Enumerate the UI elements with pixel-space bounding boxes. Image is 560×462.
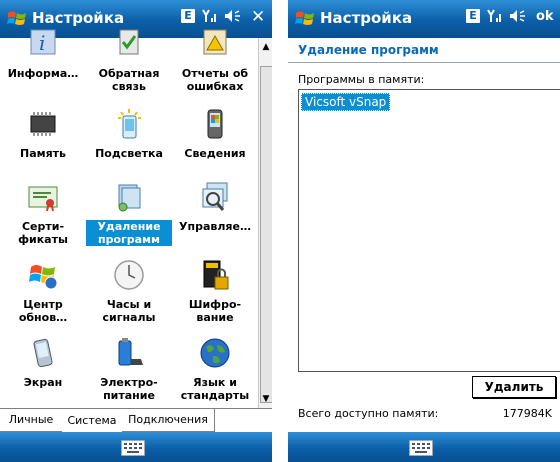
- certificate-icon: [28, 186, 58, 212]
- settings-item-clock[interactable]: Часы и сигналы: [86, 259, 172, 333]
- programs-list-label: Программы в памяти:: [298, 73, 425, 86]
- update-center-icon: [29, 265, 58, 290]
- settings-item-label: Экран: [23, 376, 63, 389]
- settings-item-label: Центр обнов…: [18, 298, 68, 324]
- settings-item-certificates[interactable]: Серти- фикаты: [0, 181, 86, 255]
- edge-network-icon[interactable]: E: [181, 9, 195, 23]
- keyboard-icon[interactable]: [121, 440, 145, 456]
- settings-item-label: Информа…: [7, 67, 79, 80]
- remove-programs-screen: Настройка E ok Удаление программ Програм…: [288, 0, 560, 462]
- title-bar: Настройка E ok: [288, 0, 560, 38]
- tab-personal[interactable]: Личные: [0, 409, 63, 432]
- soft-key-bar: [0, 432, 272, 462]
- signal-icon[interactable]: [487, 9, 503, 27]
- settings-item-info[interactable]: i Информа…: [0, 28, 86, 102]
- edge-network-icon[interactable]: E: [466, 9, 480, 23]
- info-icon: i: [30, 29, 56, 55]
- settings-item-about[interactable]: Сведения: [172, 108, 258, 182]
- settings-item-label-selected: Удаление программ: [86, 220, 172, 246]
- heading-divider: [288, 62, 560, 63]
- settings-item-label: Память: [19, 147, 66, 160]
- list-item[interactable]: Vicsoft vSnap: [301, 93, 391, 111]
- settings-item-memory[interactable]: Память: [0, 108, 86, 182]
- memory-value: 177984K: [502, 407, 552, 420]
- encryption-icon: [203, 260, 229, 290]
- settings-item-power[interactable]: Электро- питание: [86, 337, 172, 411]
- vertical-scrollbar[interactable]: ▲ ▼: [258, 38, 272, 408]
- volume-icon[interactable]: [509, 9, 527, 27]
- settings-item-label: Обратная связь: [98, 67, 160, 93]
- device-info-icon: [207, 109, 223, 139]
- clock-icon: [114, 260, 144, 290]
- memory-label: Всего доступно памяти:: [298, 407, 439, 420]
- backlight-icon: [118, 109, 141, 139]
- window-title: Настройка: [320, 9, 413, 27]
- settings-item-label: Отчеты об ошибках: [181, 67, 249, 93]
- settings-item-screen[interactable]: Экран: [0, 337, 86, 411]
- programs-listbox[interactable]: Vicsoft vSnap: [298, 89, 560, 372]
- screen-icon: [33, 338, 53, 368]
- settings-item-label: Электро- питание: [100, 376, 158, 402]
- settings-item-label: Шифро- вание: [188, 298, 242, 324]
- soft-key-bar: [288, 432, 560, 462]
- settings-item-label: Сведения: [184, 147, 246, 160]
- signal-icon[interactable]: [202, 9, 218, 27]
- settings-item-remove-programs[interactable]: Удаление программ: [86, 181, 172, 255]
- settings-item-label: Подсветка: [95, 147, 163, 160]
- settings-item-label: Язык и стандарты: [180, 376, 250, 402]
- tab-system[interactable]: Система: [62, 409, 123, 432]
- settings-item-label: Серти- фикаты: [18, 220, 68, 246]
- feedback-icon: [119, 29, 139, 55]
- page-heading: Удаление программ: [298, 43, 439, 57]
- tab-strip: Личные Система Подключения: [0, 408, 272, 433]
- settings-item-backlight[interactable]: Подсветка: [86, 108, 172, 182]
- windows-logo-icon[interactable]: [294, 8, 316, 30]
- settings-item-label: Часы и сигналы: [102, 298, 156, 324]
- settings-system-screen: Настройка E ✕ i Информа… Обратная связь …: [0, 0, 272, 462]
- scroll-up-arrow-icon[interactable]: ▲: [259, 40, 272, 54]
- managed-programs-icon: [202, 182, 228, 211]
- error-report-icon: [203, 29, 227, 55]
- remove-button[interactable]: Удалить: [472, 376, 556, 398]
- power-icon: [118, 338, 143, 366]
- window-title: Настройка: [32, 9, 125, 27]
- memory-chip-icon: [30, 112, 56, 136]
- settings-item-error-reports[interactable]: Отчеты об ошибках: [172, 28, 258, 102]
- remove-programs-icon: [118, 184, 141, 212]
- svg-text:i: i: [39, 31, 45, 55]
- volume-icon[interactable]: [224, 9, 242, 27]
- scroll-down-arrow-icon[interactable]: ▼: [259, 392, 272, 406]
- tab-connections[interactable]: Подключения: [122, 409, 215, 432]
- settings-item-feedback[interactable]: Обратная связь: [86, 28, 172, 102]
- settings-item-regional[interactable]: Язык и стандарты: [172, 337, 258, 411]
- settings-item-encryption[interactable]: Шифро- вание: [172, 259, 258, 333]
- windows-logo-icon[interactable]: [6, 8, 28, 30]
- settings-icon-grid: i Информа… Обратная связь Отчеты об ошиб…: [0, 29, 258, 411]
- settings-item-label: Управляе…: [179, 220, 251, 233]
- globe-icon: [200, 338, 230, 368]
- settings-item-managed-programs[interactable]: Управляе…: [172, 181, 258, 255]
- scroll-thumb[interactable]: [260, 66, 272, 403]
- ok-button[interactable]: ok: [536, 9, 554, 24]
- settings-item-update-center[interactable]: Центр обнов…: [0, 259, 86, 333]
- keyboard-icon[interactable]: [409, 440, 433, 456]
- close-icon[interactable]: ✕: [251, 7, 265, 27]
